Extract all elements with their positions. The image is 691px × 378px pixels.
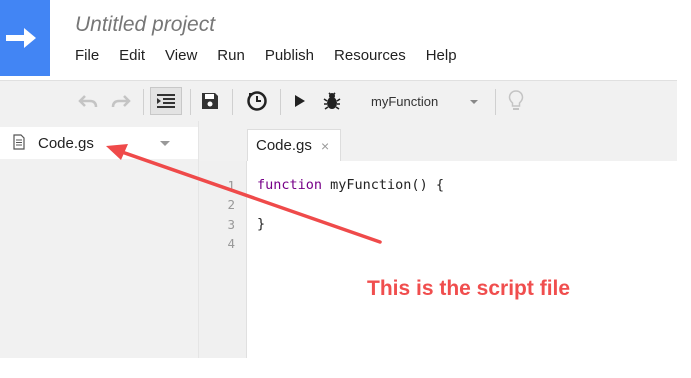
code-line-1: function myFunction() {	[257, 177, 444, 193]
debug-button[interactable]	[318, 81, 346, 121]
indent-icon	[157, 94, 175, 108]
redo-icon	[111, 95, 131, 108]
document-icon	[13, 134, 25, 150]
play-icon	[295, 95, 305, 107]
menu-run[interactable]: Run	[217, 47, 245, 64]
undo-button[interactable]	[74, 81, 102, 121]
lightbulb-icon	[508, 90, 524, 110]
menu-bar: File Edit View Run Publish Resources Hel…	[75, 47, 477, 64]
triggers-button[interactable]	[242, 81, 272, 121]
editor-area: Code.gs × 1 2 3 4 function myFunction() …	[199, 121, 677, 358]
toolbar-divider	[143, 89, 144, 115]
line-number: 3	[227, 217, 235, 232]
run-button[interactable]	[288, 81, 312, 121]
project-title[interactable]: Untitled project	[75, 13, 215, 37]
code-text: myFunction() {	[322, 177, 444, 193]
toolbar-divider	[190, 89, 191, 115]
function-select-value: myFunction	[371, 94, 439, 109]
line-number: 4	[227, 236, 235, 251]
chevron-down-icon	[470, 100, 478, 104]
menu-resources[interactable]: Resources	[334, 47, 406, 64]
toolbar-divider	[232, 89, 233, 115]
apps-script-logo[interactable]	[0, 0, 50, 76]
menu-help[interactable]: Help	[426, 47, 457, 64]
toolbar: myFunction	[0, 80, 677, 122]
menu-view[interactable]: View	[165, 47, 197, 64]
apps-script-window: Untitled project File Edit View Run Publ…	[0, 0, 677, 358]
redo-button[interactable]	[107, 81, 135, 121]
close-icon[interactable]: ×	[321, 138, 329, 154]
code-line-3: }	[257, 216, 266, 232]
function-select[interactable]: myFunction	[357, 89, 492, 115]
clock-icon	[247, 91, 267, 111]
indent-toggle-button[interactable]	[150, 87, 182, 115]
arrow-right-icon	[6, 28, 36, 48]
tab-code-gs[interactable]: Code.gs ×	[247, 129, 341, 161]
toolbar-divider	[495, 89, 496, 115]
bug-icon	[323, 92, 341, 110]
line-number: 2	[227, 197, 235, 212]
annotation-text: This is the script file	[367, 277, 571, 300]
undo-icon	[78, 95, 98, 108]
tab-label: Code.gs	[256, 137, 312, 154]
file-menu-caret-icon[interactable]	[160, 141, 170, 146]
line-number: 1	[227, 178, 235, 193]
file-name: Code.gs	[38, 135, 94, 152]
lightbulb-button[interactable]	[503, 81, 529, 121]
menu-edit[interactable]: Edit	[119, 47, 145, 64]
line-number-gutter: 1 2 3 4	[199, 161, 247, 358]
code-keyword: function	[257, 177, 323, 193]
menu-file[interactable]: File	[75, 47, 99, 64]
save-button[interactable]	[196, 81, 224, 121]
file-sidebar: Code.gs	[0, 121, 199, 358]
file-list-item[interactable]: Code.gs	[0, 127, 198, 159]
code-editor[interactable]: function myFunction() { }	[247, 161, 677, 358]
menu-publish[interactable]: Publish	[265, 47, 314, 64]
toolbar-divider	[280, 89, 281, 115]
save-icon	[202, 93, 218, 109]
header: Untitled project File Edit View Run Publ…	[0, 0, 677, 80]
